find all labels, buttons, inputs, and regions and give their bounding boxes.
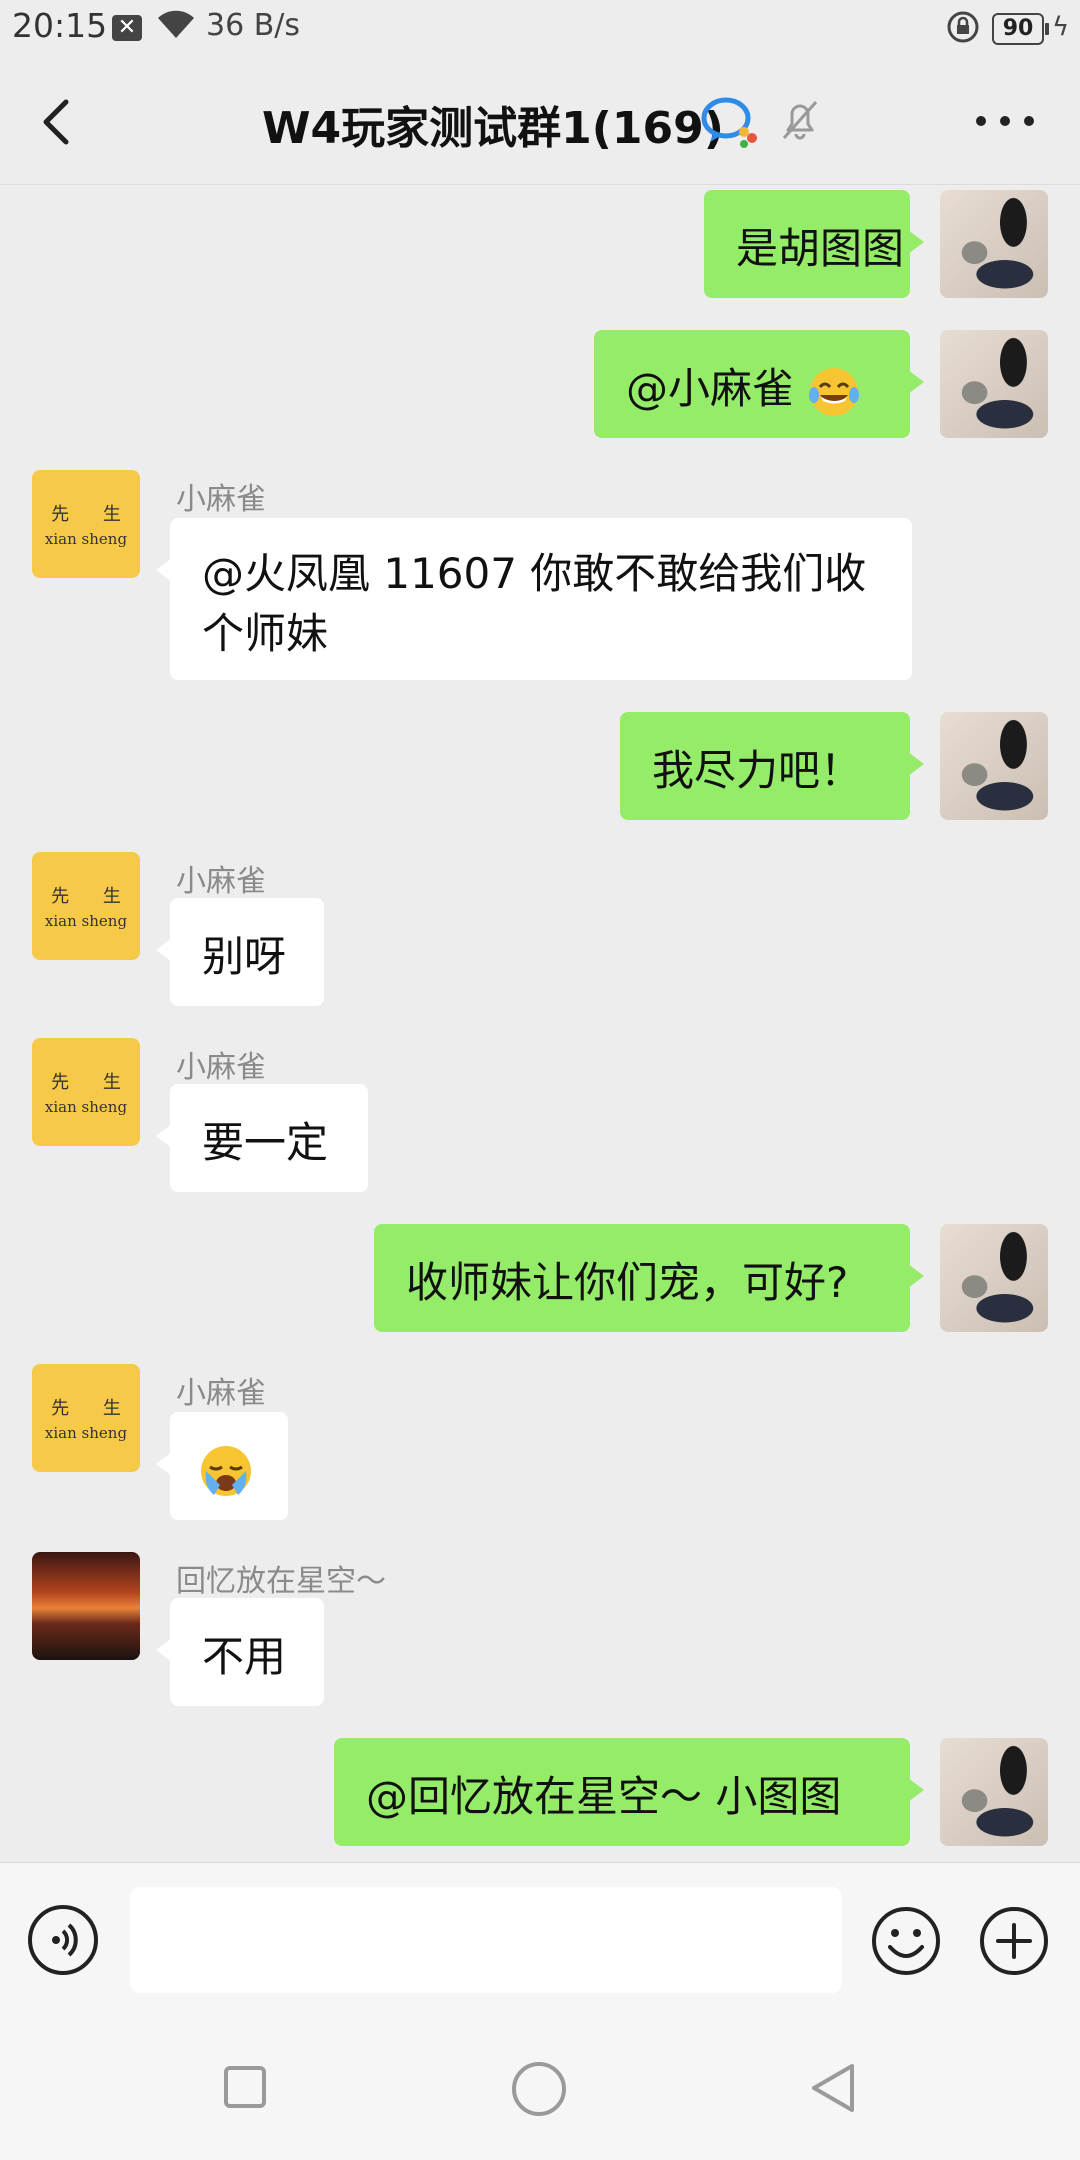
message-bubble-sent[interactable]: @小麻雀 <box>594 330 924 438</box>
message-text: 别呀 <box>202 932 287 981</box>
self-avatar[interactable] <box>940 190 1048 298</box>
message-bubble-sent[interactable]: @回忆放在星空～ 小图图 <box>334 1738 924 1846</box>
xiaomaque-avatar[interactable]: 先 生 xian sheng <box>32 1038 140 1146</box>
message-bubble-received[interactable]: 别呀 <box>156 898 324 1006</box>
avatar-text: xian sheng <box>44 912 128 930</box>
system-back-button[interactable] <box>808 2060 858 2116</box>
message-text: @火凤凰 11607 你敢不敢给我们收个师妹 <box>202 549 867 658</box>
avatar-text: 先 生 <box>51 886 135 907</box>
message-bubble-sent[interactable]: 我尽力吧！ <box>620 712 924 820</box>
message-bubble-sent[interactable]: 收师妹让你们宠，可好? <box>374 1224 924 1332</box>
avatar-text: xian sheng <box>44 530 128 548</box>
sender-name: 小麻雀 <box>176 1376 266 1411</box>
home-button[interactable] <box>512 2062 566 2116</box>
sender-name: 小麻雀 <box>176 482 266 517</box>
back-button[interactable] <box>30 92 90 152</box>
chat-title: W4玩家测试群1(169) <box>262 103 724 154</box>
message-bubble-received[interactable]: 不用 <box>156 1598 324 1706</box>
sender-name: 小麻雀 <box>176 864 266 899</box>
enterprise-chat-icon <box>701 97 757 148</box>
message-text: 是胡图图 <box>736 224 905 273</box>
voice-input-button[interactable] <box>28 1905 98 1975</box>
self-avatar[interactable] <box>940 712 1048 820</box>
message-text: 要一定 <box>202 1118 329 1167</box>
avatar-text: 先 生 <box>51 1398 135 1419</box>
recent-apps-button[interactable] <box>224 2066 266 2108</box>
status-bar: 20:15 ✕ 36 B/s 90 ϟ <box>0 0 1080 56</box>
message-bubble-sent[interactable]: 是胡图图 <box>704 190 924 298</box>
message-text: @回忆放在星空～ 小图图 <box>366 1772 842 1821</box>
input-bar <box>0 1862 1080 2021</box>
battery-indicator: 90 <box>992 13 1049 45</box>
notification-icon: ✕ <box>112 15 142 41</box>
avatar-text: xian sheng <box>44 1424 128 1442</box>
sender-name: 回忆放在星空～ <box>176 1564 386 1599</box>
chat-header: W4玩家测试群1(169) <box>0 56 1080 185</box>
self-avatar[interactable] <box>940 330 1048 438</box>
self-avatar[interactable] <box>940 1224 1048 1332</box>
message-text: 收师妹让你们宠，可好? <box>406 1258 849 1307</box>
emoji-button[interactable] <box>870 1905 942 1977</box>
more-options-button[interactable] <box>976 110 1036 134</box>
rotation-lock-icon <box>947 11 979 43</box>
message-list[interactable]: 是胡图图 @小麻雀 先 生 xian sheng 小麻雀 @火凤凰 11607 … <box>0 186 1080 1862</box>
status-time: 20:15 <box>12 6 108 45</box>
message-bubble-received[interactable] <box>156 1412 288 1520</box>
avatar-text: 先 生 <box>51 1072 135 1093</box>
system-nav-bar <box>0 2020 1080 2160</box>
message-text: 我尽力吧！ <box>652 746 863 795</box>
message-text: @小麻雀 <box>626 364 808 413</box>
huiyi-avatar[interactable] <box>32 1552 140 1660</box>
mute-bell-icon <box>782 101 818 140</box>
network-speed: 36 B/s <box>206 8 301 43</box>
xiaomaque-avatar[interactable]: 先 生 xian sheng <box>32 852 140 960</box>
message-text: 不用 <box>202 1632 287 1681</box>
voice-icon <box>52 1923 78 1957</box>
self-avatar[interactable] <box>940 1738 1048 1846</box>
sender-name: 小麻雀 <box>176 1050 266 1085</box>
avatar-text: 先 生 <box>51 504 135 525</box>
tears-of-joy-emoji-icon <box>809 367 860 416</box>
avatar-text: xian sheng <box>44 1098 128 1116</box>
message-bubble-received[interactable]: @火凤凰 11607 你敢不敢给我们收个师妹 <box>156 518 912 680</box>
xiaomaque-avatar[interactable]: 先 生 xian sheng <box>32 470 140 578</box>
message-input[interactable] <box>130 1887 842 1993</box>
charging-icon: ϟ <box>1052 12 1070 42</box>
xiaomaque-avatar[interactable]: 先 生 xian sheng <box>32 1364 140 1472</box>
more-functions-button[interactable] <box>978 1905 1050 1977</box>
message-bubble-received[interactable]: 要一定 <box>156 1084 368 1192</box>
loudly-crying-emoji-icon <box>201 1445 251 1496</box>
wifi-icon <box>158 10 194 38</box>
